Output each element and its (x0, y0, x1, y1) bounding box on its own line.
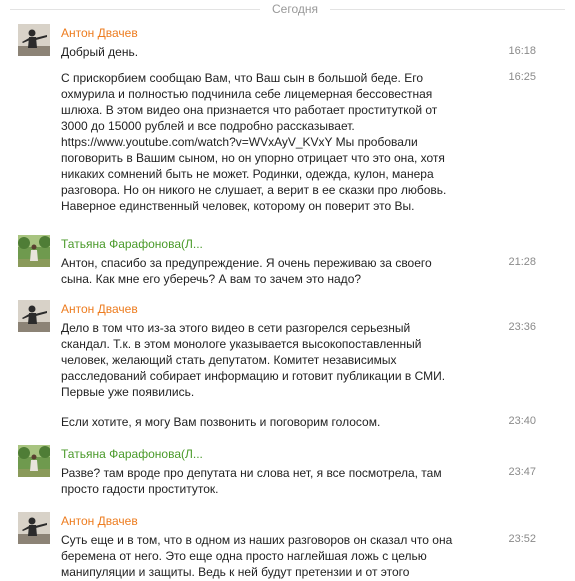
person-photo-dark-icon (18, 512, 50, 544)
message-text: С прискорбием сообщаю Вам, что Ваш сын в… (61, 71, 447, 213)
author-name[interactable]: Татьяна Фарафонова(Л... (61, 237, 203, 251)
avatar[interactable] (18, 235, 50, 267)
message-block: Татьяна Фарафонова(Л... Антон, спасибо з… (0, 235, 575, 291)
avatar[interactable] (18, 24, 50, 56)
message-block: Антон Двачев Суть еще и в том, что в одн… (0, 512, 575, 581)
divider-line-left (10, 9, 260, 10)
message-time: 23:52 (508, 533, 536, 545)
divider-line-right (330, 9, 565, 10)
message-time: 21:28 (508, 256, 536, 268)
message-text: Суть еще и в том, что в одном из наших р… (61, 533, 453, 579)
avatar[interactable] (18, 512, 50, 544)
person-photo-garden-icon (18, 235, 50, 267)
author-name[interactable]: Антон Двачев (61, 514, 138, 528)
date-divider: Сегодня (0, 0, 575, 18)
avatar[interactable] (18, 300, 50, 332)
date-divider-label: Сегодня (272, 2, 318, 16)
message-time: 16:18 (508, 45, 536, 57)
avatar[interactable] (18, 445, 50, 477)
person-photo-garden-icon (18, 445, 50, 477)
message-text: Разве? там вроде про депутата ни слова н… (61, 466, 442, 496)
message-text: Добрый день. (61, 45, 139, 59)
message-text: Дело в том что из-за этого видео в сети … (61, 321, 446, 399)
message-block: Антон Двачев Добрый день. 16:18 С приско… (0, 24, 575, 224)
message-text: Если хотите, я могу Вам позвонить и пого… (61, 415, 381, 429)
message-time: 23:40 (508, 415, 536, 427)
message-block: Татьяна Фарафонова(Л... Разве? там вроде… (0, 445, 575, 501)
author-name[interactable]: Антон Двачев (61, 26, 138, 40)
author-name[interactable]: Татьяна Фарафонова(Л... (61, 447, 203, 461)
author-name[interactable]: Антон Двачев (61, 302, 138, 316)
person-photo-dark-icon (18, 24, 50, 56)
message-text: Антон, спасибо за предупреждение. Я очен… (61, 256, 432, 286)
message-time: 23:47 (508, 466, 536, 478)
message-time: 23:36 (508, 321, 536, 333)
person-photo-dark-icon (18, 300, 50, 332)
message-block: Антон Двачев Дело в том что из-за этого … (0, 300, 575, 430)
message-time: 16:25 (508, 71, 536, 83)
